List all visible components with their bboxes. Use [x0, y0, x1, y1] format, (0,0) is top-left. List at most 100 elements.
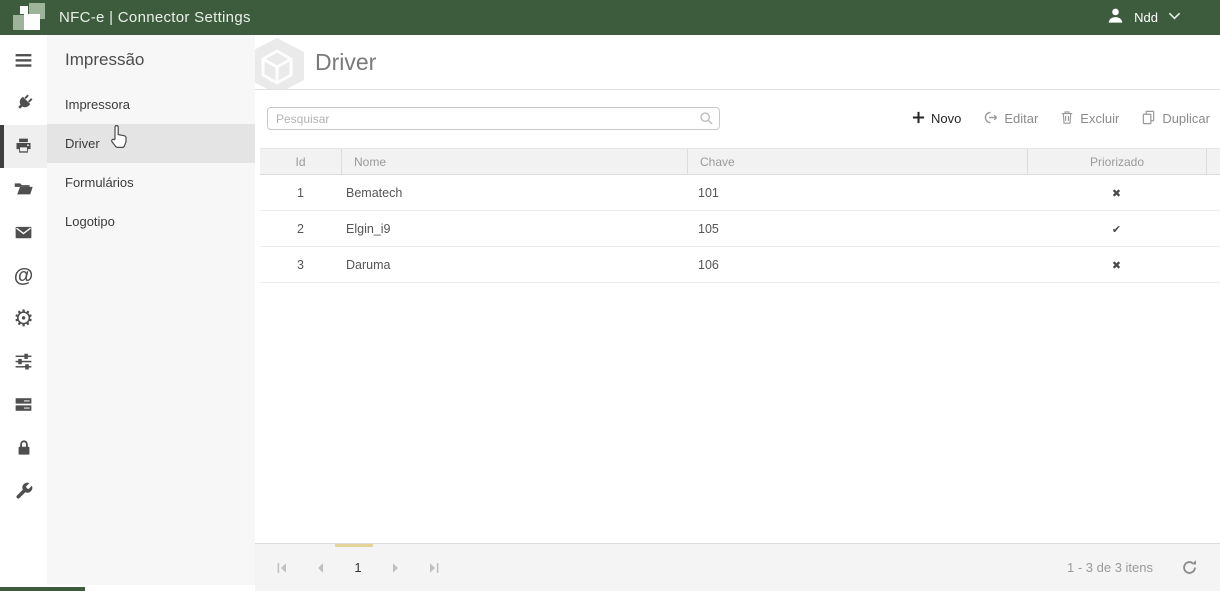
refresh-icon[interactable] — [1181, 559, 1198, 576]
column-header-id[interactable]: Id — [260, 149, 341, 174]
search-input[interactable] — [267, 107, 720, 130]
cell-chave: 105 — [687, 222, 1027, 236]
app-logo — [13, 3, 45, 32]
icon-rail: @ ⚙ — [0, 35, 47, 591]
column-header-chave[interactable]: Chave — [687, 149, 1027, 174]
lock-icon — [14, 438, 34, 458]
rail-item-security[interactable] — [0, 426, 47, 469]
search-icon[interactable] — [699, 111, 714, 131]
bottom-accent-strip — [0, 587, 85, 591]
last-page-button[interactable] — [422, 556, 446, 580]
toolbar: Novo Editar Excluir Duplicar — [912, 110, 1210, 128]
page-number-button[interactable]: 1 — [346, 556, 370, 580]
rail-item-at[interactable]: @ — [0, 254, 47, 297]
rail-item-parameters[interactable] — [0, 340, 47, 383]
rail-item-printing[interactable] — [0, 125, 47, 168]
editar-button[interactable]: Editar — [983, 110, 1038, 128]
page-header: Driver — [255, 35, 1220, 90]
app-window: NFC-e | Connector Settings Ndd — [0, 0, 1220, 591]
items-count: 1 - 3 de 3 itens — [1067, 560, 1153, 575]
cell-filler — [1206, 211, 1220, 246]
sidebar-item-logotipo[interactable]: Logotipo — [47, 202, 255, 241]
table-row[interactable]: 2 Elgin_i9 105 ✔ — [260, 211, 1220, 247]
cell-id: 1 — [260, 186, 341, 200]
check-icon: ✔ — [1112, 224, 1121, 236]
cell-id: 2 — [260, 222, 341, 236]
rail-item-services[interactable] — [0, 383, 47, 426]
cell-priorizado: ✖ — [1027, 186, 1206, 200]
app-title: NFC-e | Connector Settings — [59, 9, 251, 26]
cell-id: 3 — [260, 258, 341, 272]
logo-square — [20, 6, 28, 14]
grid-header-row: Id Nome Chave Priorizado — [260, 148, 1220, 175]
data-grid: Id Nome Chave Priorizado 1 Bematech 101 … — [260, 148, 1220, 283]
cell-chave: 101 — [687, 186, 1027, 200]
user-menu[interactable]: Ndd — [1106, 6, 1182, 30]
pager-nav: 1 — [270, 556, 446, 580]
cell-nome: Daruma — [341, 258, 687, 272]
rail-item-connector[interactable] — [0, 82, 47, 125]
rail-item-mail[interactable] — [0, 211, 47, 254]
rail-item-files[interactable] — [0, 168, 47, 211]
table-row[interactable]: 1 Bematech 101 ✖ — [260, 175, 1220, 211]
excluir-label: Excluir — [1080, 111, 1119, 126]
sidebar-item-impressora[interactable]: Impressora — [47, 85, 255, 124]
table-row[interactable]: 3 Daruma 106 ✖ — [260, 247, 1220, 283]
sidebar: Impressão Impressora Driver Formulários … — [47, 35, 255, 585]
pager: 1 1 - 3 de 3 itens — [255, 543, 1220, 591]
main-panel: Driver Novo Editar — [255, 35, 1220, 591]
rail-item-tools[interactable] — [0, 469, 47, 512]
sidebar-item-formularios[interactable]: Formulários — [47, 163, 255, 202]
cell-filler — [1206, 175, 1220, 210]
rail-item-menu[interactable] — [0, 39, 47, 82]
duplicar-label: Duplicar — [1162, 111, 1210, 126]
editar-label: Editar — [1004, 111, 1038, 126]
excluir-button[interactable]: Excluir — [1060, 110, 1119, 128]
pager-right: 1 - 3 de 3 itens — [1067, 559, 1198, 576]
column-header-nome[interactable]: Nome — [341, 149, 687, 174]
folder-open-icon — [13, 179, 34, 200]
novo-button[interactable]: Novo — [912, 111, 961, 127]
column-header-filler — [1206, 149, 1220, 174]
cross-icon: ✖ — [1112, 188, 1121, 200]
rail-item-settings[interactable]: ⚙ — [0, 297, 47, 340]
body-row: @ ⚙ Impressão Impressora Driver Formulá — [0, 35, 1220, 591]
cross-icon: ✖ — [1112, 260, 1121, 272]
chevron-down-icon — [1167, 9, 1182, 27]
next-page-button[interactable] — [384, 556, 408, 580]
user-name: Ndd — [1134, 10, 1158, 25]
plug-icon — [13, 93, 34, 114]
novo-label: Novo — [931, 111, 961, 126]
package-watermark-icon — [255, 37, 309, 90]
at-sign-icon: @ — [14, 266, 34, 286]
menu-icon — [13, 50, 34, 71]
duplicar-button[interactable]: Duplicar — [1141, 110, 1210, 128]
first-page-button[interactable] — [270, 556, 294, 580]
cell-nome: Bematech — [341, 186, 687, 200]
user-icon — [1106, 6, 1125, 30]
duplicate-pages-icon — [1141, 110, 1156, 128]
topbar: NFC-e | Connector Settings Ndd — [0, 0, 1220, 35]
mail-icon — [13, 222, 34, 243]
server-icon — [13, 394, 34, 415]
previous-page-button[interactable] — [308, 556, 332, 580]
printer-icon — [13, 136, 34, 157]
cell-chave: 106 — [687, 258, 1027, 272]
current-page-indicator — [335, 544, 373, 547]
search-box — [267, 107, 720, 130]
logo-square — [24, 14, 40, 30]
edit-export-icon — [983, 110, 998, 128]
cell-priorizado: ✔ — [1027, 222, 1206, 236]
sidebar-item-driver[interactable]: Driver — [47, 124, 255, 163]
gear-icon: ⚙ — [13, 307, 34, 330]
wrench-icon — [14, 481, 34, 501]
sliders-icon — [13, 351, 34, 372]
column-header-priorizado[interactable]: Priorizado — [1027, 149, 1206, 174]
cell-filler — [1206, 247, 1220, 282]
cell-nome: Elgin_i9 — [341, 222, 687, 236]
cell-priorizado: ✖ — [1027, 258, 1206, 272]
controls-row: Novo Editar Excluir Duplicar — [255, 90, 1220, 130]
plus-icon — [912, 111, 925, 127]
page-title: Driver — [315, 49, 376, 76]
trash-icon — [1060, 110, 1074, 128]
